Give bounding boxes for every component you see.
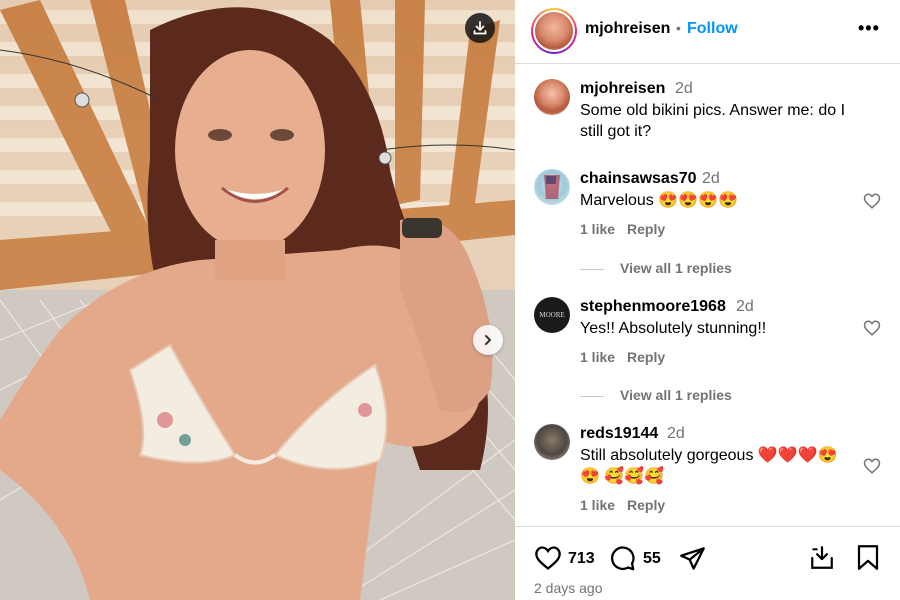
send-icon[interactable] [679, 546, 706, 571]
caption-text: Some old bikini pics. Answer me: do I st… [580, 102, 846, 140]
comment-username[interactable]: chainsawsas70 [580, 170, 697, 188]
post-media[interactable] [0, 0, 515, 600]
avatar[interactable] [534, 169, 570, 205]
flag-avatar-image [544, 175, 560, 199]
view-replies-label[interactable]: View all 1 replies [620, 260, 732, 276]
download-icon [473, 21, 487, 35]
comment-text: Marvelous 😍😍😍😍 [580, 192, 738, 209]
like-count[interactable]: 713 [568, 550, 595, 568]
comment-time: 2d [667, 425, 685, 442]
bookmark-icon[interactable] [856, 544, 880, 571]
post-header: mjohreisen • Follow ••• [515, 0, 900, 64]
comment-icon[interactable] [609, 545, 636, 572]
comment-count[interactable]: 55 [643, 550, 661, 568]
avatar[interactable]: MOORE [534, 297, 570, 333]
comment-text: Yes!! Absolutely stunning!! [580, 320, 767, 337]
caption-time: 2d [675, 80, 693, 97]
reply-button[interactable]: Reply [627, 221, 665, 237]
heart-icon[interactable] [863, 192, 881, 210]
comment-likes[interactable]: 1 like [580, 349, 615, 365]
post-actions: 713 55 2 days ago [515, 526, 900, 600]
comment-time: 2d [736, 298, 754, 315]
avatar[interactable] [534, 79, 570, 115]
chevron-right-icon [485, 335, 491, 345]
post-side-panel: mjohreisen • Follow ••• mjohreisen 2d So… [515, 0, 900, 600]
comment-username[interactable]: stephenmoore1968 [580, 298, 726, 316]
avatar[interactable] [534, 424, 570, 460]
view-replies-button[interactable]: View all 1 replies [580, 260, 732, 276]
comment-likes[interactable]: 1 like [580, 497, 615, 513]
avatar-text: MOORE [539, 311, 565, 319]
download-button[interactable] [465, 13, 495, 43]
caption-username[interactable]: mjohreisen [580, 80, 665, 98]
author-avatar[interactable] [531, 8, 577, 54]
post-date: 2 days ago [534, 580, 603, 596]
reply-button[interactable]: Reply [627, 349, 665, 365]
more-options-icon[interactable]: ••• [858, 18, 880, 39]
author-username[interactable]: mjohreisen [585, 20, 670, 38]
download-tray-icon[interactable] [809, 545, 835, 571]
comment-username[interactable]: reds19144 [580, 425, 658, 443]
divider [580, 395, 604, 397]
heart-icon[interactable] [863, 457, 881, 475]
view-replies-button[interactable]: View all 1 replies [580, 387, 732, 403]
reply-button[interactable]: Reply [627, 497, 665, 513]
comments-list[interactable]: mjohreisen 2d Some old bikini pics. Answ… [515, 64, 900, 526]
comment-text: Still absolutely gorgeous ❤️❤️❤️😍😍 🥰🥰🥰 [580, 447, 838, 485]
comment-likes[interactable]: 1 like [580, 221, 615, 237]
view-replies-label[interactable]: View all 1 replies [620, 387, 732, 403]
next-photo-button[interactable] [473, 325, 503, 355]
comment-time: 2d [702, 170, 720, 187]
follow-button[interactable]: Follow [687, 20, 738, 38]
separator-dot: • [676, 20, 681, 36]
heart-icon[interactable] [863, 319, 881, 337]
divider [580, 268, 604, 270]
post-photo [0, 0, 515, 600]
heart-icon[interactable] [534, 545, 562, 571]
